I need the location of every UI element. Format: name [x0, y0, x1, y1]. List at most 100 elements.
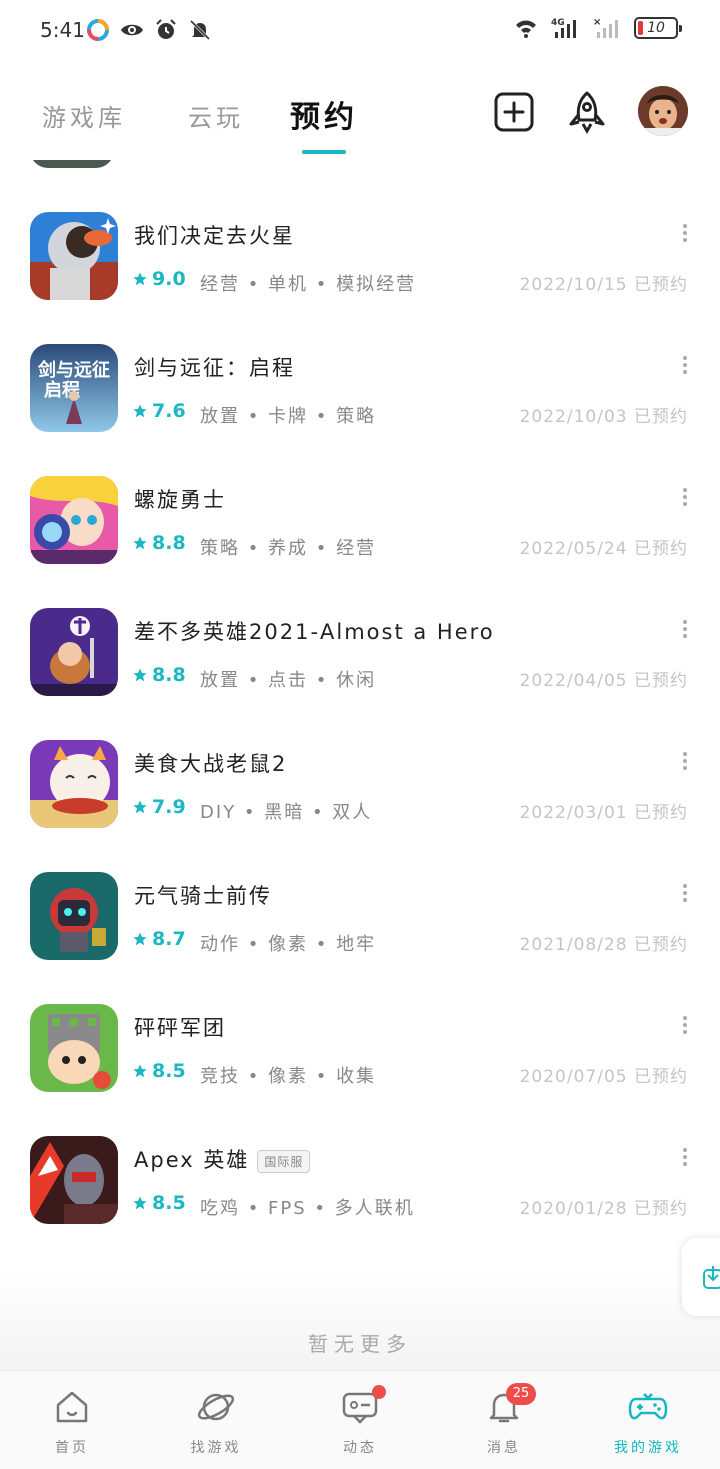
rating-value: 8.5: [152, 1192, 186, 1214]
top-nav: 游戏库 云玩 预约: [0, 62, 720, 162]
game-tags: 放置 • 卡牌 • 策略: [200, 406, 377, 427]
reserve-date: 2020/01/28 已预约: [519, 1199, 688, 1219]
game-icon-spiral: [30, 476, 118, 564]
reserve-date: 2022/10/15 已预约: [519, 275, 688, 295]
reserve-date: 2022/04/05 已预约: [519, 671, 688, 691]
user-avatar-image: [638, 86, 688, 136]
planet-icon: [197, 1393, 235, 1421]
reserve-date: 2022/03/01 已预约: [519, 803, 688, 823]
rocket-icon: [569, 91, 605, 134]
list-item[interactable]: 砰砰军团 8.5 竞技 • 像素 • 收集 2020/07/05 已预约: [0, 1004, 720, 1136]
bottom-nav: 首页 找游戏 动态 25 消息 我的游戏: [0, 1370, 720, 1469]
game-rating: 8.5: [132, 1060, 186, 1082]
list-item[interactable]: 螺旋勇士 8.8 策略 • 养成 • 经营 2022/05/24 已预约: [0, 476, 720, 608]
more-options-button[interactable]: [680, 752, 690, 770]
nav-messages-label: 消息: [487, 1440, 521, 1456]
more-options-button[interactable]: [680, 356, 690, 374]
more-options-button[interactable]: [680, 488, 690, 506]
list-item[interactable]: 剑与远征 启程 剑与远征：启程 7.6 放置 • 卡牌 • 策略 2022/10/…: [0, 344, 720, 476]
gamepad-icon: [628, 1393, 668, 1420]
game-icon-food-cat: [30, 740, 118, 828]
home-icon: [56, 1391, 88, 1423]
download-icon: [703, 1266, 720, 1289]
rating-value: 8.7: [152, 928, 186, 950]
game-title: 我们决定去火星: [134, 224, 295, 248]
game-tags: 竞技 • 像素 • 收集: [200, 1066, 377, 1087]
plus-square-icon: [494, 92, 534, 132]
alarm-icon: [156, 19, 176, 39]
reserve-date: 2022/10/03 已预约: [519, 407, 688, 427]
game-title: 砰砰军团: [134, 1016, 226, 1040]
nav-find-games-label: 找游戏: [190, 1440, 242, 1456]
game-tags: 经营 • 单机 • 模拟经营: [200, 274, 417, 295]
star-icon: [133, 1196, 147, 1210]
game-title: 螺旋勇士: [134, 488, 226, 512]
nav-home-label: 首页: [55, 1440, 89, 1456]
star-icon: [133, 536, 147, 550]
game-title: Apex 英雄 国际服: [134, 1144, 311, 1174]
tab-cloud-play[interactable]: 云玩: [188, 98, 244, 133]
more-options-button[interactable]: [680, 224, 690, 242]
tab-game-library[interactable]: 游戏库: [42, 98, 126, 133]
more-options-button[interactable]: [680, 1016, 690, 1034]
rating-value: 7.6: [152, 400, 186, 422]
game-tags: DIY • 黑暗 • 双人: [200, 802, 373, 823]
game-rating: 8.8: [132, 532, 186, 554]
list-item[interactable]: 美食大战老鼠2 7.9 DIY • 黑暗 • 双人 2022/03/01 已预约: [0, 740, 720, 872]
rating-value: 7.9: [152, 796, 186, 818]
wifi-icon: [516, 20, 536, 38]
nav-my-games-label: 我的游戏: [614, 1440, 682, 1456]
more-options-button[interactable]: [680, 1148, 690, 1166]
more-options-button[interactable]: [680, 620, 690, 638]
reserve-date: 2022/05/24 已预约: [519, 539, 688, 559]
game-rating: 8.8: [132, 664, 186, 686]
star-icon: [133, 668, 147, 682]
rating-value: 8.8: [152, 532, 186, 554]
reserve-date: 2020/07/05 已预约: [519, 1067, 688, 1087]
game-icon-soul-knight: [30, 872, 118, 960]
status-icons-right: 4G × 10: [512, 16, 682, 40]
rating-value: 8.5: [152, 1060, 186, 1082]
partial-game-icon: [30, 160, 114, 168]
tab-reservations[interactable]: 预约: [290, 92, 358, 136]
nav-home[interactable]: 首页: [0, 1371, 144, 1469]
star-icon: [133, 932, 147, 946]
game-title: 美食大战老鼠2: [134, 752, 288, 776]
svg-text:剑与远征: 剑与远征: [37, 359, 110, 381]
nav-feed-label: 动态: [343, 1440, 377, 1456]
rating-value: 9.0: [152, 268, 186, 290]
no-more-text: 暂无更多: [308, 1332, 412, 1356]
avatar[interactable]: [638, 86, 688, 136]
rating-value: 8.8: [152, 664, 186, 686]
add-button[interactable]: [492, 90, 536, 134]
nav-messages[interactable]: 25 消息: [432, 1371, 576, 1469]
svg-text:×: ×: [593, 17, 601, 28]
svg-text:4G: 4G: [551, 18, 565, 28]
app-icon: [87, 19, 109, 41]
game-icon-afk: 剑与远征 启程: [30, 344, 118, 432]
list-end: 暂无更多: [0, 1270, 720, 1370]
signal-4g-icon: 4G: [551, 18, 576, 38]
list-item[interactable]: 差不多英雄2021-Almost a Hero 8.8 放置 • 点击 • 休闲…: [0, 608, 720, 740]
more-options-button[interactable]: [680, 884, 690, 902]
game-title: 差不多英雄2021-Almost a Hero: [134, 620, 495, 644]
tab-indicator: [302, 150, 346, 154]
status-bar: 5:41 4G × 10: [0, 0, 720, 62]
nav-find-games[interactable]: 找游戏: [144, 1371, 288, 1469]
nav-feed[interactable]: 动态: [288, 1371, 432, 1469]
game-title: 元气骑士前传: [134, 884, 272, 908]
star-icon: [133, 800, 147, 814]
message-count-badge: 25: [506, 1383, 536, 1405]
star-icon: [133, 1064, 147, 1078]
star-icon: [133, 272, 147, 286]
reserve-date: 2021/08/28 已预约: [519, 935, 688, 955]
list-item[interactable]: Apex 英雄 国际服 8.5 吃鸡 • FPS • 多人联机 2020/01/2…: [0, 1136, 720, 1268]
nav-my-games[interactable]: 我的游戏: [576, 1371, 720, 1469]
list-item[interactable]: 元气骑士前传 8.7 动作 • 像素 • 地牢 2021/08/28 已预约: [0, 872, 720, 1004]
speedup-button[interactable]: [565, 90, 609, 134]
game-tags: 放置 • 点击 • 休闲: [200, 670, 377, 691]
status-time: 5:41: [40, 18, 85, 42]
game-tags: 吃鸡 • FPS • 多人联机: [200, 1198, 415, 1219]
list-item[interactable]: 我们决定去火星 9.0 经营 • 单机 • 模拟经营 2022/10/15 已预…: [0, 212, 720, 344]
floating-download-button[interactable]: [682, 1238, 720, 1316]
